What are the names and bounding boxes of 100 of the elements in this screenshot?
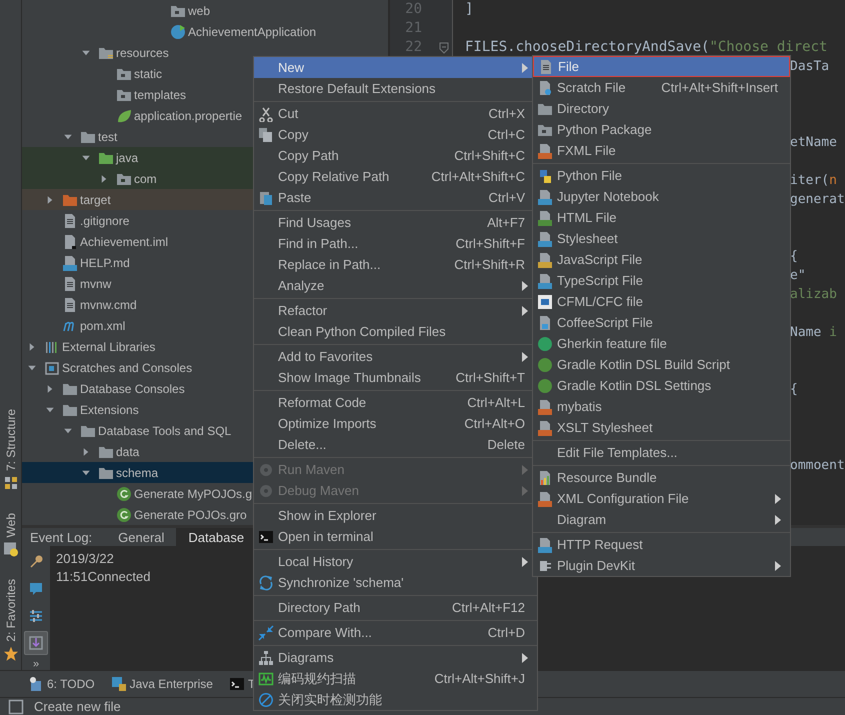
code-fragment: e" [790,267,806,285]
menu-item[interactable]: XML Configuration File [533,488,790,509]
tree-item[interactable]: AchievementApplication [22,21,388,42]
leaf-icon [116,108,132,124]
shortcut-label: Ctrl+Alt+F12 [452,600,525,615]
module-file-icon [62,234,78,250]
shortcut-label: Ctrl+Alt+L [467,395,525,410]
menu-item[interactable]: Resource Bundle [533,467,790,488]
tool-window-tab[interactable]: 7: Structure [2,408,18,491]
cf-file-icon [537,294,553,310]
python-file-icon [537,168,553,184]
gradle-file-icon [537,378,553,394]
speech-bubble-icon [28,581,44,597]
coffee-file-icon [537,314,553,330]
shortcut-label: Alt+F7 [487,215,525,230]
tool-button[interactable] [24,631,48,655]
compare-icon [258,624,274,640]
clipboard-icon [258,190,274,206]
menu-item[interactable]: HTML File [533,207,790,228]
pulse-chart-icon [258,670,274,686]
menu-item[interactable]: mybatis [533,396,790,417]
code-fragment: Name i [790,324,837,342]
scissors-icon [258,106,274,122]
todo-icon [28,676,44,692]
code-line: ] [465,0,474,19]
status-text: Create new file [34,699,121,714]
code-fragment: DasTa [790,58,830,76]
submenu-arrow-icon [521,484,529,496]
fold-marker-icon[interactable] [438,42,448,54]
prohibited-icon [258,692,274,708]
submenu-arrow-icon [521,464,529,476]
tree-item[interactable]: web [22,0,388,21]
menu-item[interactable]: HTTP Request [533,534,790,555]
class-icon [170,24,186,40]
notebook-file-icon [537,188,553,204]
shortcut-label: Ctrl+Alt+O [464,416,525,431]
xml-file-icon [537,398,553,414]
menu-item[interactable]: Gradle Kotlin DSL Settings [533,375,790,396]
html-file-icon [537,210,553,226]
menu-item[interactable]: CFML/CFC file [533,291,790,312]
terminal-icon [258,528,274,544]
menu-item[interactable]: Edit File Templates... [533,442,790,463]
code-fragment: generat [790,191,845,209]
menu-item[interactable]: 编码规约扫描 Ctrl+Alt+Shift+J [254,668,537,689]
menu-item[interactable]: Diagrams [254,647,537,668]
gear-icon [258,482,274,498]
menu-item[interactable]: Jupyter Notebook [533,186,790,207]
menu-item[interactable]: File [533,56,790,77]
menu-item[interactable]: Compare With... Ctrl+D [254,622,537,643]
menu-item[interactable]: 关闭实时检测功能 [254,689,537,710]
bundle-icon [537,470,553,486]
file-icon [538,58,554,74]
hierarchy-icon [258,650,274,666]
shortcut-label: Ctrl+Shift+R [454,257,525,272]
tool-window-tab[interactable]: 2: Favorites [2,579,18,662]
menu-item[interactable]: CoffeeScript File [533,312,790,333]
shortcut-label: Ctrl+Shift+T [456,370,525,385]
terminal-icon [228,676,245,692]
api-file-icon [537,536,553,552]
submenu-arrow-icon [774,560,782,572]
shortcut-label: Delete [487,437,525,452]
code-fragment: ommoent [790,457,845,475]
menu-item[interactable]: Directory Path Ctrl+Alt+F12 [254,597,537,618]
code-line: FILES.chooseDirectoryAndSave("Choose direct [465,38,828,57]
gherkin-file-icon [537,336,553,352]
menu-item[interactable]: JavaScript File [533,249,790,270]
script-icon [116,506,132,522]
submenu-arrow-icon [521,556,529,568]
xml-file-icon [537,142,553,158]
menu-item[interactable]: TypeScript File [533,270,790,291]
more-button[interactable]: » [32,658,40,670]
web-icon [2,541,18,558]
shortcut-label: Ctrl+V [488,190,525,205]
scroll-down-icon [28,635,44,651]
copy-icon [258,126,274,142]
tool-window-tab[interactable]: Web [2,512,18,558]
panel-toggle-icon [8,698,24,714]
js-file-icon [537,252,553,268]
shortcut-label: Ctrl+Shift+F [456,236,525,251]
menu-item[interactable]: Python File [533,165,790,186]
tool-window-button[interactable]: Java Enterprise [108,674,215,694]
log-date: 2019/3/22 [56,551,114,566]
menu-item[interactable]: Scratch File Ctrl+Alt+Shift+Insert [533,77,790,98]
xml-file-icon [537,420,553,436]
menu-item[interactable]: FXML File [533,140,790,161]
xml-file-icon [537,490,553,506]
panel-tab[interactable]: General [106,528,176,546]
code-fragment: etName [790,134,837,152]
script-icon [116,486,132,502]
shortcut-label: Ctrl+Alt+Shift+C [431,169,525,184]
file-icon [62,212,78,228]
menu-item[interactable]: XSLT Stylesheet [533,417,790,438]
tool-window-button[interactable]: 6: TODO [26,674,97,694]
file-icon [62,296,78,312]
gear-icon [258,462,274,478]
menu-item[interactable]: Gradle Kotlin DSL Build Script [533,354,790,375]
menu-item[interactable]: Stylesheet [533,228,790,249]
css-file-icon [537,230,553,246]
submenu-arrow-icon [521,652,529,664]
menu-item[interactable]: Gherkin feature file [533,333,790,354]
